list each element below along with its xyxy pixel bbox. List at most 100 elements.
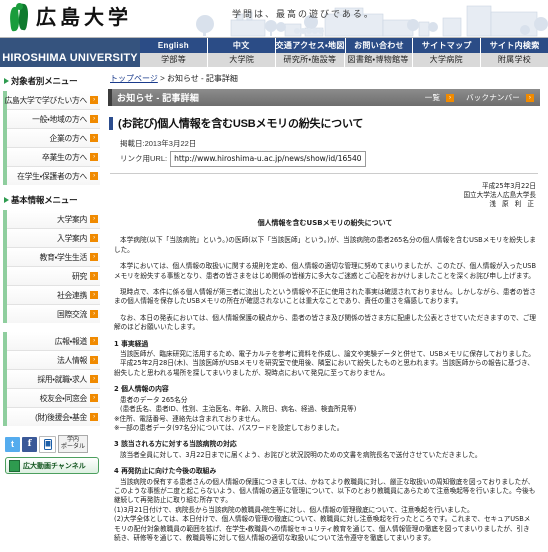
section-4-heading: 4 再発防止に向けた今後の取組み <box>114 467 217 476</box>
section-1-line-2: 平成25年2月28日(木)、当該医師がUSBメモリを研究室で使用後、隣室において… <box>114 359 534 377</box>
chevron-right-icon: › <box>90 272 98 280</box>
mobile-phone-glyph <box>43 438 52 450</box>
video-channel-label: 広大動画チャンネル <box>23 462 86 470</box>
nav-item-access-map[interactable]: 交通アクセス・地図 <box>275 38 346 53</box>
nav-item-english[interactable]: English <box>140 38 208 53</box>
sidebar-heading-basic-info-label: 基本情報メニュー <box>11 195 78 205</box>
sidebar-item-pr-press[interactable]: 広報・報道 › <box>7 332 100 351</box>
nav-row-utility: English 中文 交通アクセス・地図 お問い合わせ サイトマップ サイト内検… <box>140 38 548 53</box>
section-4-line-2: (1)3月21日付けで、病院長から当該病院の教職員・院生等に対し、個人情報の管理… <box>114 505 474 514</box>
campus-portal-button[interactable]: 学内 ポータル <box>58 435 89 453</box>
sidebar-item-admissions[interactable]: 入学案内 › <box>7 229 100 248</box>
sidebar-item-international-exchange[interactable]: 国際交流 › <box>7 305 100 323</box>
chevron-right-icon: › <box>90 310 98 318</box>
sidebar-item-corporate-info[interactable]: 法人情報 › <box>7 351 100 370</box>
article-title-text: (お詫び)個人情報を含むUSBメモリの紛失について <box>118 118 364 130</box>
sidebar-item-current-students-guardians[interactable]: 在学生・保護者の方へ › <box>7 167 100 185</box>
sidebar-item-alumni[interactable]: 卒業生の方へ › <box>7 148 100 167</box>
chevron-right-icon: › <box>90 153 98 161</box>
backnumber-link-label: バックナンバー <box>466 93 520 102</box>
sidebar-menu-corporate: 広報・報道 › 法人情報 › 採用・就職・求人 › 校友会・同窓会 › (財)後… <box>3 332 100 426</box>
sidebar-item-research[interactable]: 研究 › <box>7 267 100 286</box>
site-logo[interactable]: 広島大学 <box>8 3 132 32</box>
sidebar-item-label: 卒業生の方へ <box>42 152 87 162</box>
nav-item-sitemap[interactable]: サイトマップ <box>413 38 482 53</box>
document-heading: 個人情報を含むUSBメモリの紛失について <box>257 219 393 227</box>
sidebar-item-alumni-association[interactable]: 校友会・同窓会 › <box>7 389 100 408</box>
sidebar-item-general-community[interactable]: 一般・地域の方へ › <box>7 110 100 129</box>
twitter-icon[interactable]: t <box>5 436 20 452</box>
document-header-block: 平成25年3月22日 国立大学法人広島大学長 浅 原 利 正 <box>114 182 536 209</box>
brand-english-name: HIROSHIMA UNIVERSITY <box>0 38 140 67</box>
sidebar-item-label: 国際交流 <box>57 309 87 319</box>
document-signer: 浅 原 利 正 <box>489 200 536 208</box>
portal-label-line2: ポータル <box>61 444 86 450</box>
document-section-2: 2 個人情報の内容 患者のデータ 265名分 (患者氏名、患者ID、性別、主治医… <box>114 385 536 433</box>
section-4-lines: 当該病院の保有する患者さんの個人情報の保護につきましては、かねてより教職員に対し… <box>114 478 536 544</box>
list-link[interactable]: 一覧 › <box>425 92 455 103</box>
breadcrumb-home-link[interactable]: トップページ <box>110 74 158 83</box>
page-body: 対象者別メニュー 広島大学で学びたい方へ › 一般・地域の方へ › 企業の方へ … <box>0 67 548 552</box>
video-channel-button[interactable]: 広大動画チャンネル <box>5 457 99 474</box>
chevron-right-icon: › <box>90 356 98 364</box>
site-tagline: 学問は、最高の遊びである。 <box>232 10 375 20</box>
document-section-3: 3 該当される方に対する当該病院の対応 該当者全員に対して、3月22日までに届く… <box>114 440 536 460</box>
nav-item-library-museum[interactable]: 図書館・博物館等 <box>344 52 413 67</box>
facebook-icon[interactable]: f <box>22 436 37 452</box>
sidebar-item-label: 大学案内 <box>57 214 87 224</box>
primary-navigation: HIROSHIMA UNIVERSITY English 中文 交通アクセス・地… <box>0 37 548 67</box>
sidebar-item-companies[interactable]: 企業の方へ › <box>7 129 100 148</box>
permalink-input[interactable]: http://www.hiroshima-u.ac.jp/news/show/i… <box>170 151 366 167</box>
chevron-right-icon: › <box>90 375 98 383</box>
sidebar-item-recruitment-jobs[interactable]: 採用・就職・求人 › <box>7 370 100 389</box>
section-2-line-3: ※住所、電話番号、連絡先は含まれておりません。 <box>114 414 264 423</box>
chevron-right-icon: › <box>526 93 534 102</box>
chevron-right-icon: › <box>90 291 98 299</box>
nav-item-graduate-school[interactable]: 大学院 <box>208 52 277 67</box>
mobile-site-icon[interactable] <box>39 435 56 453</box>
chevron-right-icon: › <box>90 115 98 123</box>
divider <box>110 173 538 174</box>
breadcrumb-current: お知らせ - 記事詳細 <box>166 74 238 83</box>
nav-item-institutes[interactable]: 研究所・施設等 <box>276 52 345 67</box>
nav-item-site-search[interactable]: サイト内検索 <box>481 38 548 53</box>
section-1-heading: 1 事実経過 <box>114 339 149 348</box>
chevron-right-icon: › <box>90 337 98 345</box>
section-header-bar: お知らせ - 記事詳細 一覧 › バックナンバー › <box>108 89 540 106</box>
section-3-line-1: 該当者全員に対して、3月22日までに届くよう、お詫びと状況説明のための文書を病院… <box>120 450 482 459</box>
sidebar-heading-audience: 対象者別メニュー <box>4 75 100 87</box>
section-2-line-2: (患者氏名、患者ID、性別、主治医名、年齢、入院日、病名、経過、検査所見等) <box>120 405 357 414</box>
nav-item-chinese[interactable]: 中文 <box>207 38 276 53</box>
chevron-right-icon: › <box>90 394 98 402</box>
section-2-lines: 患者のデータ 265名分 (患者氏名、患者ID、性別、主治医名、年齢、入院日、病… <box>114 396 536 434</box>
sidebar-item-label: 広報・報道 <box>54 336 88 346</box>
article-meta: 掲載日:2013年3月22日 リンク用URL: http://www.hiros… <box>120 138 540 167</box>
triangle-bullet-icon <box>4 197 9 203</box>
sidebar-item-label: 在学生・保護者の方へ <box>17 171 87 181</box>
sidebar-item-prospective-students[interactable]: 広島大学で学びたい方へ › <box>5 91 100 110</box>
sidebar-item-education-student-life[interactable]: 教育・学生生活 › <box>7 248 100 267</box>
sidebar-item-support-association-fund[interactable]: (財)後援会・基金 › <box>7 408 100 426</box>
section-title: お知らせ - 記事詳細 <box>117 93 200 103</box>
posted-date: 掲載日:2013年3月22日 <box>120 139 197 148</box>
document-organization: 国立大学法人広島大学長 <box>463 191 536 199</box>
nav-item-contact[interactable]: お問い合わせ <box>345 38 414 53</box>
chevron-right-icon: › <box>90 234 98 242</box>
section-2-heading: 2 個人情報の内容 <box>114 385 169 394</box>
sidebar: 対象者別メニュー 広島大学で学びたい方へ › 一般・地域の方へ › 企業の方へ … <box>0 67 104 552</box>
sidebar-item-about-university[interactable]: 大学案内 › <box>7 210 100 229</box>
sidebar-item-label: 社会連携 <box>57 290 87 300</box>
article-body: 平成25年3月22日 国立大学法人広島大学長 浅 原 利 正 個人情報を含むUS… <box>114 182 536 552</box>
sidebar-item-label: 法人情報 <box>57 355 87 365</box>
sidebar-menu-basic-info: 大学案内 › 入学案内 › 教育・学生生活 › 研究 › 社会連携 › 国際交流… <box>3 210 100 323</box>
nav-item-faculties[interactable]: 学部等 <box>140 52 209 67</box>
document-date: 平成25年3月22日 <box>482 182 536 190</box>
logo-text: 広島大学 <box>36 5 132 29</box>
chevron-right-icon: › <box>90 253 98 261</box>
sidebar-item-social-collaboration[interactable]: 社会連携 › <box>7 286 100 305</box>
sidebar-item-label: 企業の方へ <box>49 133 88 143</box>
nav-item-university-hospital[interactable]: 大学病院 <box>412 52 481 67</box>
backnumber-link[interactable]: バックナンバー › <box>466 92 534 103</box>
section-4-line-1: 当該病院の保有する患者さんの個人情報の保護につきましては、かねてより教職員に対し… <box>114 477 536 505</box>
nav-item-attached-schools[interactable]: 附属学校 <box>480 52 548 67</box>
